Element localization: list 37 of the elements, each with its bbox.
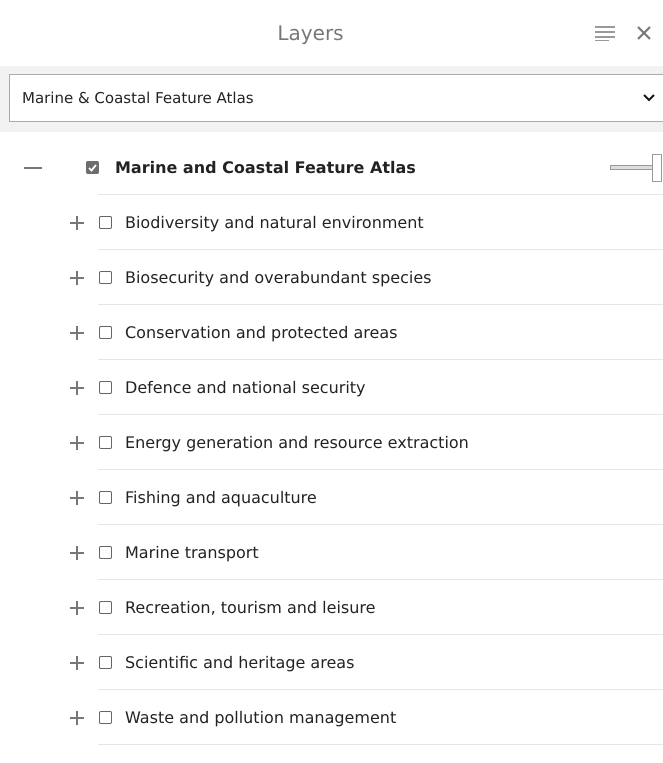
layer-checkbox[interactable] bbox=[99, 656, 112, 669]
layer-checkbox[interactable] bbox=[99, 271, 112, 284]
expand-icon[interactable] bbox=[70, 490, 84, 504]
map-dropdown[interactable]: Marine & Coastal Feature Atlas bbox=[9, 74, 663, 122]
expand-icon[interactable] bbox=[70, 216, 84, 230]
expand-icon[interactable] bbox=[70, 710, 84, 724]
layer-name: Scientific and heritage areas bbox=[125, 653, 356, 672]
expand-icon[interactable] bbox=[70, 600, 84, 614]
layer-name: Waste and pollution management bbox=[125, 708, 398, 727]
expand-icon[interactable] bbox=[70, 380, 84, 394]
layer-name: Marine transport bbox=[125, 543, 260, 562]
chevron-down-icon bbox=[643, 94, 655, 102]
layer-name: Conservation and protected areas bbox=[125, 323, 399, 342]
layer-checkbox[interactable] bbox=[99, 436, 112, 449]
expand-icon[interactable] bbox=[70, 436, 84, 450]
layer-name: Fishing and aquaculture bbox=[125, 488, 318, 507]
layer-checkbox[interactable] bbox=[86, 161, 99, 174]
expand-icon[interactable] bbox=[70, 656, 84, 670]
expand-icon[interactable] bbox=[70, 546, 84, 560]
layer-checkbox[interactable] bbox=[99, 601, 112, 614]
layer-name: Energy generation and resource extraction bbox=[125, 433, 470, 452]
layer-name: Biodiversity and natural environment bbox=[125, 213, 425, 232]
layer-name: Biosecurity and overabundant species bbox=[125, 268, 433, 287]
expand-icon[interactable] bbox=[70, 326, 84, 340]
opacity-slider[interactable] bbox=[610, 154, 662, 182]
layer-checkbox[interactable] bbox=[99, 216, 112, 229]
layer-name: Recreation, tourism and leisure bbox=[125, 598, 376, 617]
slider-thumb[interactable] bbox=[652, 154, 662, 182]
expand-icon[interactable] bbox=[70, 270, 84, 284]
panel-title: Layers bbox=[276, 21, 345, 45]
layer-checkbox[interactable] bbox=[99, 711, 112, 724]
layer-name: Defence and national security bbox=[125, 378, 367, 397]
layer-checkbox[interactable] bbox=[99, 326, 112, 339]
layer-name: Marine and Coastal Feature Atlas bbox=[115, 158, 417, 177]
layer-checkbox[interactable] bbox=[99, 381, 112, 394]
layer-checkbox[interactable] bbox=[99, 491, 112, 504]
layer-checkbox[interactable] bbox=[99, 546, 112, 559]
